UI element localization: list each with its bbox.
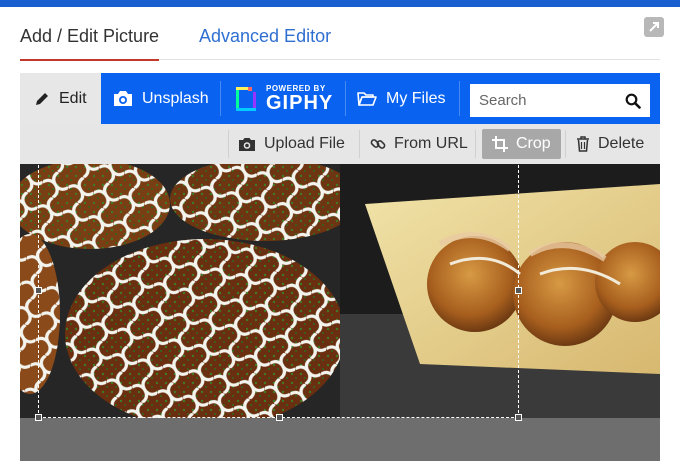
active-tab-underline — [20, 59, 159, 61]
from-url-label: From URL — [394, 135, 468, 152]
giphy-brand-label: GIPHY — [266, 91, 334, 114]
my-files-tab[interactable]: My Files — [345, 73, 459, 124]
giphy-tab[interactable]: POWERED BY GIPHY — [220, 73, 345, 124]
tab-advanced-editor-label: Advanced Editor — [199, 26, 332, 46]
search-input[interactable] — [479, 92, 619, 109]
crop-handle-bottom-right[interactable] — [515, 414, 522, 421]
giphy-logo-icon — [236, 86, 256, 111]
image-actions-bar: Upload File From URL Crop Delete — [20, 124, 660, 164]
picture-dialog: Add / Edit Picture Advanced Editor Edit … — [0, 7, 680, 461]
crop-handle-bottom-left[interactable] — [35, 414, 42, 421]
crop-handle-left[interactable] — [35, 287, 42, 294]
camera-icon — [239, 137, 255, 151]
unsplash-tab[interactable]: Unsplash — [101, 73, 220, 124]
tab-add-edit-picture-label: Add / Edit Picture — [20, 26, 160, 46]
trash-icon — [577, 136, 589, 152]
search-icon[interactable] — [625, 93, 641, 109]
upload-file-button[interactable]: Upload File — [238, 124, 345, 164]
edit-tab-label: Edit — [59, 89, 87, 107]
pencil-icon — [36, 92, 48, 105]
my-files-tab-label: My Files — [386, 89, 446, 107]
dialog-tabs: Add / Edit Picture Advanced Editor — [20, 7, 660, 61]
delete-button[interactable]: Delete — [576, 124, 644, 164]
unsplash-tab-label: Unsplash — [142, 89, 209, 107]
link-icon — [370, 139, 386, 149]
folder-open-icon — [357, 91, 377, 106]
actions-divider — [565, 130, 566, 158]
tab-advanced-editor[interactable]: Advanced Editor — [199, 26, 331, 47]
crop-selection[interactable] — [35, 164, 522, 421]
actions-divider — [228, 130, 229, 158]
actions-divider — [359, 130, 360, 158]
crop-handle-bottom[interactable] — [276, 414, 283, 421]
source-toolbar: Edit Unsplash POWERED BY GIPHY My Files … — [20, 73, 660, 124]
crop-handle-right[interactable] — [515, 287, 522, 294]
giphy-wordmark: POWERED BY GIPHY — [266, 84, 334, 114]
edit-tab[interactable]: Edit — [20, 73, 101, 124]
camera-icon — [114, 91, 132, 106]
tab-add-edit-picture[interactable]: Add / Edit Picture — [20, 26, 160, 61]
search-box — [470, 84, 650, 117]
upload-file-label: Upload File — [264, 135, 345, 152]
image-canvas[interactable] — [20, 164, 660, 461]
crop-icon — [492, 136, 508, 152]
crop-button[interactable]: Crop — [482, 129, 561, 159]
toolbar-divider — [459, 81, 460, 116]
actions-divider — [475, 130, 476, 158]
from-url-button[interactable]: From URL — [370, 124, 468, 164]
crop-label: Crop — [516, 135, 551, 152]
delete-label: Delete — [598, 135, 645, 152]
